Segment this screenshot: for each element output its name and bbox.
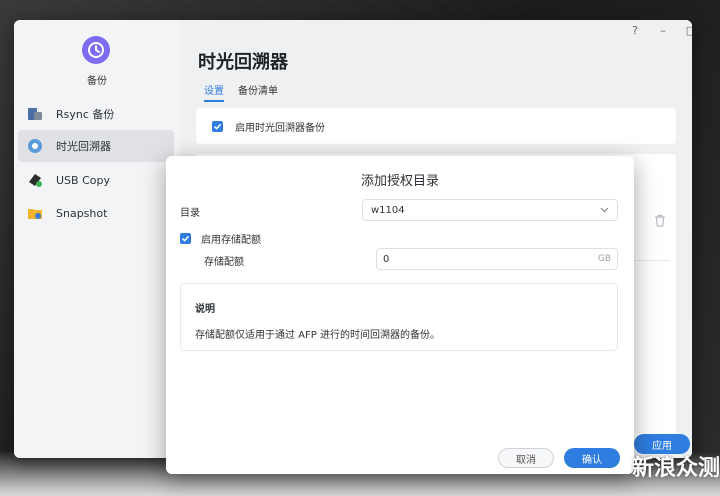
sidebar-item-time-machine[interactable]: 时光回溯器	[18, 130, 174, 162]
sidebar-item-rsync[interactable]: Rsync 备份	[18, 98, 174, 130]
confirm-button[interactable]: 确认	[564, 448, 620, 468]
help-button[interactable]: ?	[626, 24, 644, 37]
tab-bar: 设置 备份清单	[204, 82, 278, 102]
rsync-icon	[26, 105, 44, 123]
tab-settings[interactable]: 设置	[204, 82, 224, 102]
enable-checkbox[interactable]	[212, 120, 223, 132]
note-box: 说明 存储配额仅适用于通过 AFP 进行的时间回溯器的备份。	[180, 283, 618, 351]
trash-icon[interactable]	[654, 214, 666, 230]
quota-enable-label: 启用存储配额	[201, 235, 261, 246]
check-icon	[181, 235, 190, 242]
dialog-title: 添加授权目录	[360, 174, 439, 189]
tab-backup-list[interactable]: 备份清单	[238, 82, 278, 102]
quota-input[interactable]: 0 GB	[376, 248, 618, 270]
usb-copy-icon	[26, 171, 44, 189]
note-text: 存储配额仅适用于通过 AFP 进行的时间回溯器的备份。	[195, 330, 440, 341]
note-title: 说明	[195, 304, 215, 315]
minimize-button[interactable]: –	[654, 24, 672, 37]
sidebar-item-label: USB Copy	[56, 173, 110, 187]
directory-select[interactable]: w1104	[362, 199, 618, 221]
app-name: 备份	[87, 76, 107, 87]
enable-card: 启用时光回溯器备份	[196, 108, 676, 144]
quota-unit: GB	[597, 254, 611, 264]
watermark-logo: 新浪众测	[632, 456, 720, 481]
enable-label: 启用时光回溯器备份	[235, 122, 325, 134]
quota-enable-row: 启用存储配额	[180, 231, 261, 246]
backup-app-icon	[82, 36, 110, 64]
sidebar-item-label: Rsync 备份	[56, 108, 115, 121]
quota-value: 0	[383, 253, 390, 265]
sidebar-item-label: 时光回溯器	[56, 140, 111, 153]
check-icon	[213, 123, 222, 130]
directory-label: 目录	[180, 208, 200, 219]
time-machine-icon	[26, 137, 44, 155]
cancel-button[interactable]: 取消	[498, 448, 554, 468]
page-title: 时光回溯器	[198, 52, 288, 73]
sidebar-item-usb-copy[interactable]: USB Copy	[18, 164, 174, 196]
sidebar-item-snapshot[interactable]: Snapshot	[18, 197, 174, 229]
quota-label: 存储配额	[204, 257, 244, 268]
add-authorized-directory-dialog: 添加授权目录 目录 w1104 启用存储配额 存储配额 0 GB 说明 存储配额…	[166, 156, 634, 474]
maximize-button[interactable]: □	[682, 24, 692, 37]
chevron-down-icon	[600, 207, 609, 213]
sidebar: 备份 Rsync 备份 时光回溯器 USB Copy Snapshot	[14, 20, 180, 458]
snapshot-icon	[26, 204, 44, 222]
directory-value: w1104	[371, 204, 405, 216]
quota-enable-checkbox[interactable]	[180, 233, 191, 244]
sidebar-item-label: Snapshot	[56, 206, 108, 220]
